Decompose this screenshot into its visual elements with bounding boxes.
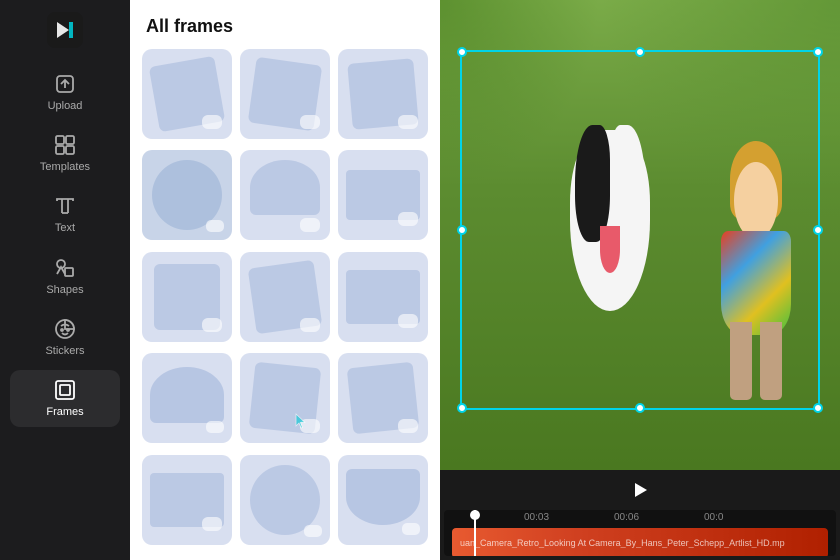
timeline: 00:03 00:06 00:0 uan_Camera_Retro_Lookin… xyxy=(440,470,840,560)
sidebar-shapes-label: Shapes xyxy=(46,284,83,297)
app-logo[interactable] xyxy=(47,12,83,48)
sidebar-text-label: Text xyxy=(55,222,75,235)
timeline-ruler: 00:03 00:06 00:0 xyxy=(444,510,836,526)
frames-grid xyxy=(130,49,440,560)
timeline-controls xyxy=(440,470,840,510)
list-item[interactable] xyxy=(142,49,232,139)
list-item[interactable] xyxy=(338,150,428,240)
sidebar-item-stickers[interactable]: Stickers xyxy=(10,309,120,366)
sidebar-item-text[interactable]: Text xyxy=(10,186,120,243)
list-item[interactable] xyxy=(142,455,232,545)
clip-filename: uan_Camera_Retro_Looking At Camera_By_Ha… xyxy=(452,538,793,548)
frames-icon xyxy=(53,378,77,402)
time-mark-3: 00:0 xyxy=(704,512,723,523)
timeline-track[interactable]: 00:03 00:06 00:0 uan_Camera_Retro_Lookin… xyxy=(444,510,836,556)
sidebar-item-frames[interactable]: Frames xyxy=(10,370,120,427)
sidebar-frames-label: Frames xyxy=(46,406,83,419)
list-item[interactable] xyxy=(240,252,330,342)
panel-title: All frames xyxy=(130,0,440,49)
sidebar: Upload Templates Text Shapes xyxy=(0,0,130,560)
sidebar-upload-label: Upload xyxy=(48,100,83,113)
playhead-marker[interactable] xyxy=(470,510,480,520)
list-item[interactable] xyxy=(240,49,330,139)
sidebar-item-shapes[interactable]: Shapes xyxy=(10,248,120,305)
list-item[interactable] xyxy=(240,353,330,443)
list-item[interactable] xyxy=(338,252,428,342)
list-item[interactable] xyxy=(142,353,232,443)
upload-icon xyxy=(53,72,77,96)
list-item[interactable] xyxy=(240,150,330,240)
shapes-icon xyxy=(53,256,77,280)
play-button[interactable] xyxy=(626,476,654,504)
cursor-pointer xyxy=(294,412,322,435)
list-item[interactable] xyxy=(338,49,428,139)
timeline-clip[interactable]: uan_Camera_Retro_Looking At Camera_By_Ha… xyxy=(452,528,828,556)
list-item[interactable] xyxy=(142,150,232,240)
sidebar-stickers-label: Stickers xyxy=(45,345,84,358)
video-canvas[interactable] xyxy=(440,0,840,470)
sidebar-item-upload[interactable]: Upload xyxy=(10,64,120,121)
list-item[interactable] xyxy=(240,455,330,545)
sidebar-item-templates[interactable]: Templates xyxy=(10,125,120,182)
video-scene xyxy=(440,0,840,470)
time-mark-1: 00:03 xyxy=(524,512,549,523)
frames-panel: All frames xyxy=(130,0,440,560)
list-item[interactable] xyxy=(338,353,428,443)
stickers-icon xyxy=(53,317,77,341)
list-item[interactable] xyxy=(338,455,428,545)
templates-icon xyxy=(53,133,77,157)
main-area: 00:03 00:06 00:0 uan_Camera_Retro_Lookin… xyxy=(440,0,840,560)
sidebar-templates-label: Templates xyxy=(40,161,90,174)
time-mark-2: 00:06 xyxy=(614,512,639,523)
list-item[interactable] xyxy=(142,252,232,342)
text-icon xyxy=(53,194,77,218)
